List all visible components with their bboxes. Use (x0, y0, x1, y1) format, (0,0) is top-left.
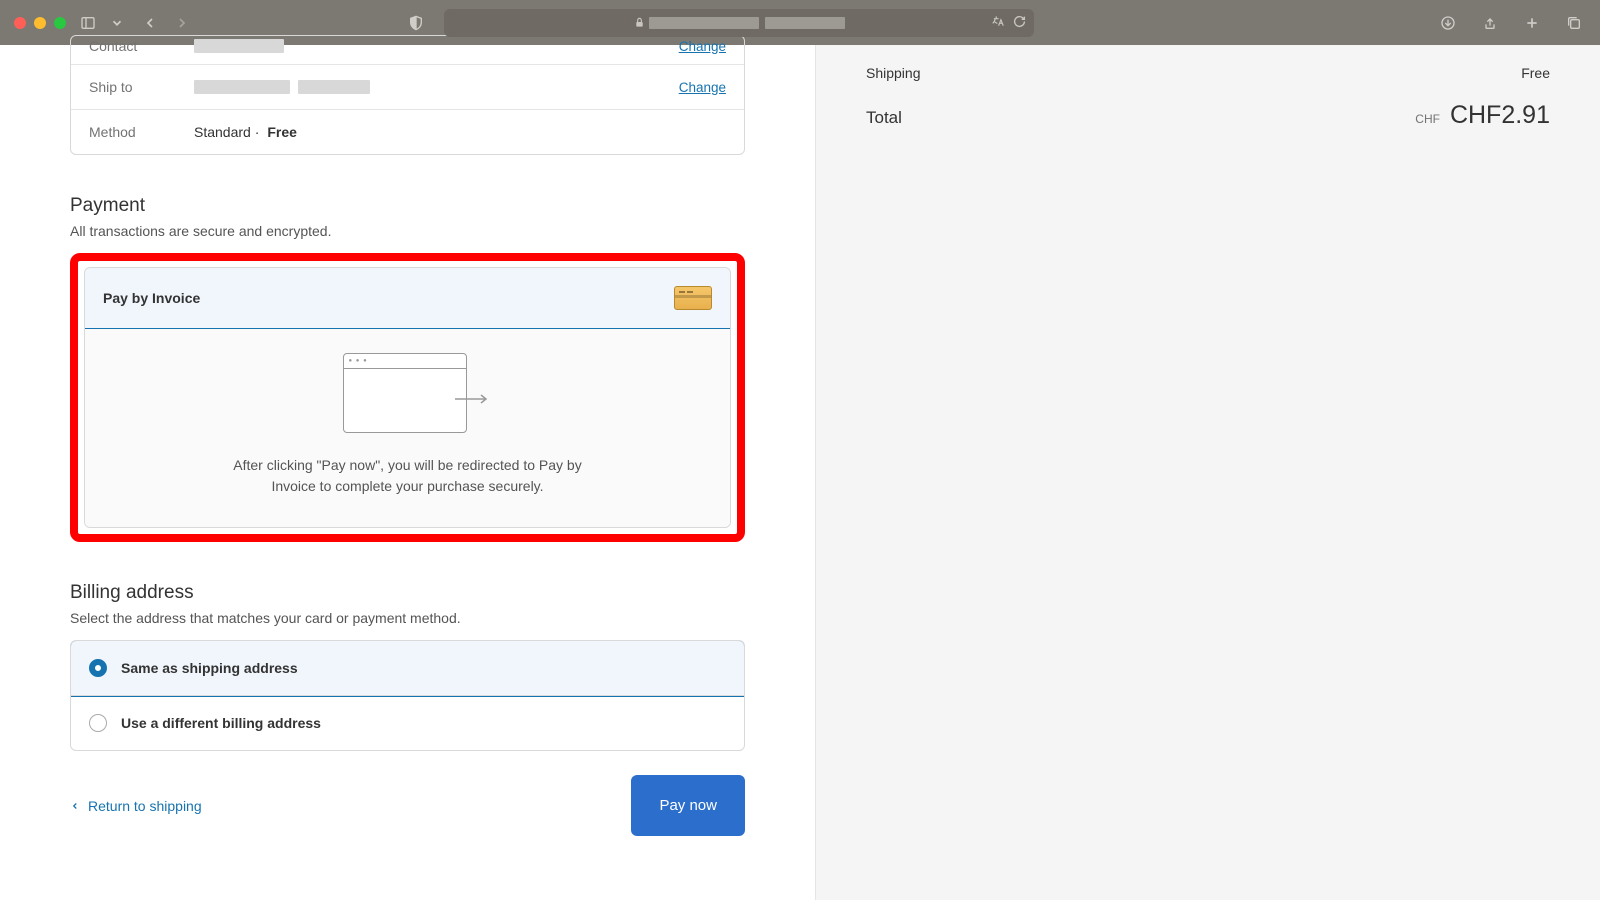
payment-subtext: All transactions are secure and encrypte… (70, 223, 745, 239)
total-currency: CHF (1415, 112, 1440, 126)
radio-label: Use a different billing address (121, 715, 321, 731)
chevron-down-icon[interactable] (110, 11, 124, 35)
maximize-window-button[interactable] (54, 17, 66, 29)
payment-heading: Payment (70, 195, 745, 217)
return-link-label: Return to shipping (88, 798, 202, 814)
review-row-shipto: Ship to Change (71, 65, 744, 110)
credit-card-icon (674, 286, 712, 310)
review-row-contact: Contact Change (71, 36, 744, 65)
address-bar[interactable] (444, 9, 1034, 37)
shipping-row: Shipping Free (866, 65, 1550, 81)
forward-button[interactable] (170, 11, 194, 35)
payment-method-title: Pay by Invoice (103, 290, 200, 306)
review-method-value: Standard · Free (194, 124, 726, 140)
new-tab-icon[interactable] (1520, 11, 1544, 35)
review-label: Ship to (89, 79, 164, 95)
shield-icon[interactable] (404, 11, 428, 35)
method-prefix: Standard · (194, 124, 259, 140)
window-controls (14, 17, 66, 29)
translate-icon[interactable] (991, 14, 1005, 31)
redirect-illustration: ● ● ● (343, 353, 473, 435)
radio-indicator (89, 714, 107, 732)
pay-now-button[interactable]: Pay now (631, 775, 745, 836)
review-row-method: Method Standard · Free (71, 110, 744, 154)
review-label: Contact (89, 38, 164, 54)
change-shipto-link[interactable]: Change (679, 80, 726, 95)
payment-method-body: ● ● ● After clicking "Pay now", you will… (85, 329, 730, 527)
total-row: Total CHF CHF2.91 (866, 101, 1550, 130)
tabs-overview-icon[interactable] (1562, 11, 1586, 35)
review-box: Contact Change Ship to Change Method Sta… (70, 35, 745, 155)
sidebar-toggle-icon[interactable] (76, 11, 100, 35)
review-value-redacted (194, 39, 649, 53)
return-to-shipping-link[interactable]: Return to shipping (70, 798, 202, 814)
shipping-value: Free (1521, 65, 1550, 81)
review-value-redacted (194, 80, 649, 94)
minimize-window-button[interactable] (34, 17, 46, 29)
order-summary: Shipping Free Total CHF CHF2.91 (815, 45, 1600, 900)
payment-method-box: Pay by Invoice ● ● ● After clickin (84, 267, 731, 528)
checkout-footer-nav: Return to shipping Pay now (70, 775, 745, 836)
close-window-button[interactable] (14, 17, 26, 29)
radio-label: Same as shipping address (121, 660, 298, 676)
payment-section: Payment All transactions are secure and … (70, 195, 745, 542)
total-amount: CHF2.91 (1450, 101, 1550, 130)
url-text-redacted (649, 17, 845, 29)
change-contact-link[interactable]: Change (679, 39, 726, 54)
billing-option-same[interactable]: Same as shipping address (71, 641, 744, 696)
billing-section: Billing address Select the address that … (70, 582, 745, 751)
back-button[interactable] (138, 11, 162, 35)
billing-heading: Billing address (70, 582, 745, 604)
billing-subtext: Select the address that matches your car… (70, 610, 745, 626)
billing-radio-group: Same as shipping address Use a different… (70, 640, 745, 751)
radio-indicator (89, 659, 107, 677)
downloads-icon[interactable] (1436, 11, 1460, 35)
payment-method-header[interactable]: Pay by Invoice (84, 267, 731, 329)
reload-icon[interactable] (1013, 15, 1026, 31)
payment-method-description: After clicking "Pay now", you will be re… (228, 455, 588, 497)
payment-highlight-annotation: Pay by Invoice ● ● ● After clickin (70, 253, 745, 542)
review-label: Method (89, 124, 164, 140)
total-label: Total (866, 108, 902, 128)
lock-icon (634, 15, 645, 31)
shipping-label: Shipping (866, 65, 921, 81)
billing-option-different[interactable]: Use a different billing address (71, 696, 744, 750)
method-free: Free (267, 124, 297, 140)
chevron-left-icon (70, 801, 80, 811)
share-icon[interactable] (1478, 11, 1502, 35)
